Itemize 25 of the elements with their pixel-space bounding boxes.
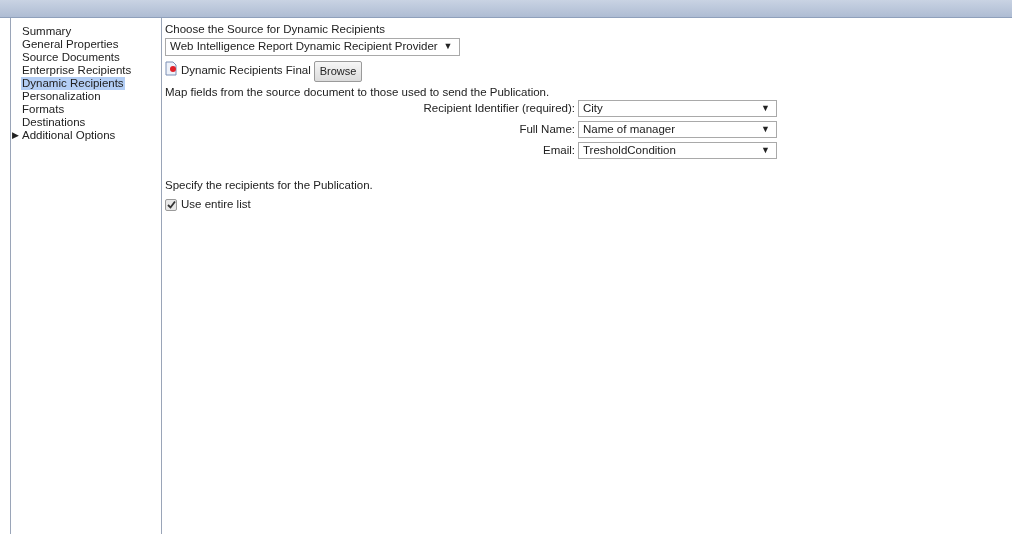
mapping-select[interactable]: Name of manager ▼ bbox=[578, 121, 777, 138]
nav-item[interactable]: Enterprise Recipients bbox=[21, 64, 133, 77]
mapping-select[interactable]: TresholdCondition ▼ bbox=[578, 142, 777, 159]
section-heading: Choose the Source for Dynamic Recipients bbox=[165, 22, 385, 37]
instruction-text: Map fields from the source document to those used to send the Publication. bbox=[165, 85, 550, 99]
instruction-text: Specify the recipients for the Publication. bbox=[165, 178, 373, 192]
nav-item[interactable]: Dynamic Recipients bbox=[21, 77, 125, 90]
field-label: Recipient Identifier (required): bbox=[423, 100, 575, 116]
nav-item[interactable]: Personalization bbox=[21, 90, 102, 103]
nav-item[interactable]: Summary bbox=[21, 25, 73, 38]
field-label: Email: bbox=[543, 142, 575, 158]
document-icon bbox=[165, 61, 178, 76]
nav-item[interactable]: Source Documents bbox=[21, 51, 121, 64]
field-label: Full Name: bbox=[519, 121, 575, 137]
nav-item[interactable]: Formats bbox=[21, 103, 66, 116]
source-select[interactable]: Web Intelligence Report Dynamic Recipient Provider ▼ bbox=[165, 38, 460, 56]
nav-item[interactable]: Destinations bbox=[21, 116, 87, 129]
document-name: Dynamic Recipients Final bbox=[181, 63, 311, 79]
nav-item[interactable]: General Properties bbox=[21, 38, 120, 51]
checkbox[interactable] bbox=[165, 198, 177, 211]
checkbox-label: Use entire list bbox=[181, 197, 251, 212]
expand-toggle[interactable]: ▶ bbox=[11, 129, 21, 142]
browse-button[interactable]: Browse bbox=[313, 60, 363, 82]
nav-item[interactable]: Additional Options bbox=[21, 129, 117, 142]
mapping-select[interactable]: City ▼ bbox=[578, 100, 777, 117]
